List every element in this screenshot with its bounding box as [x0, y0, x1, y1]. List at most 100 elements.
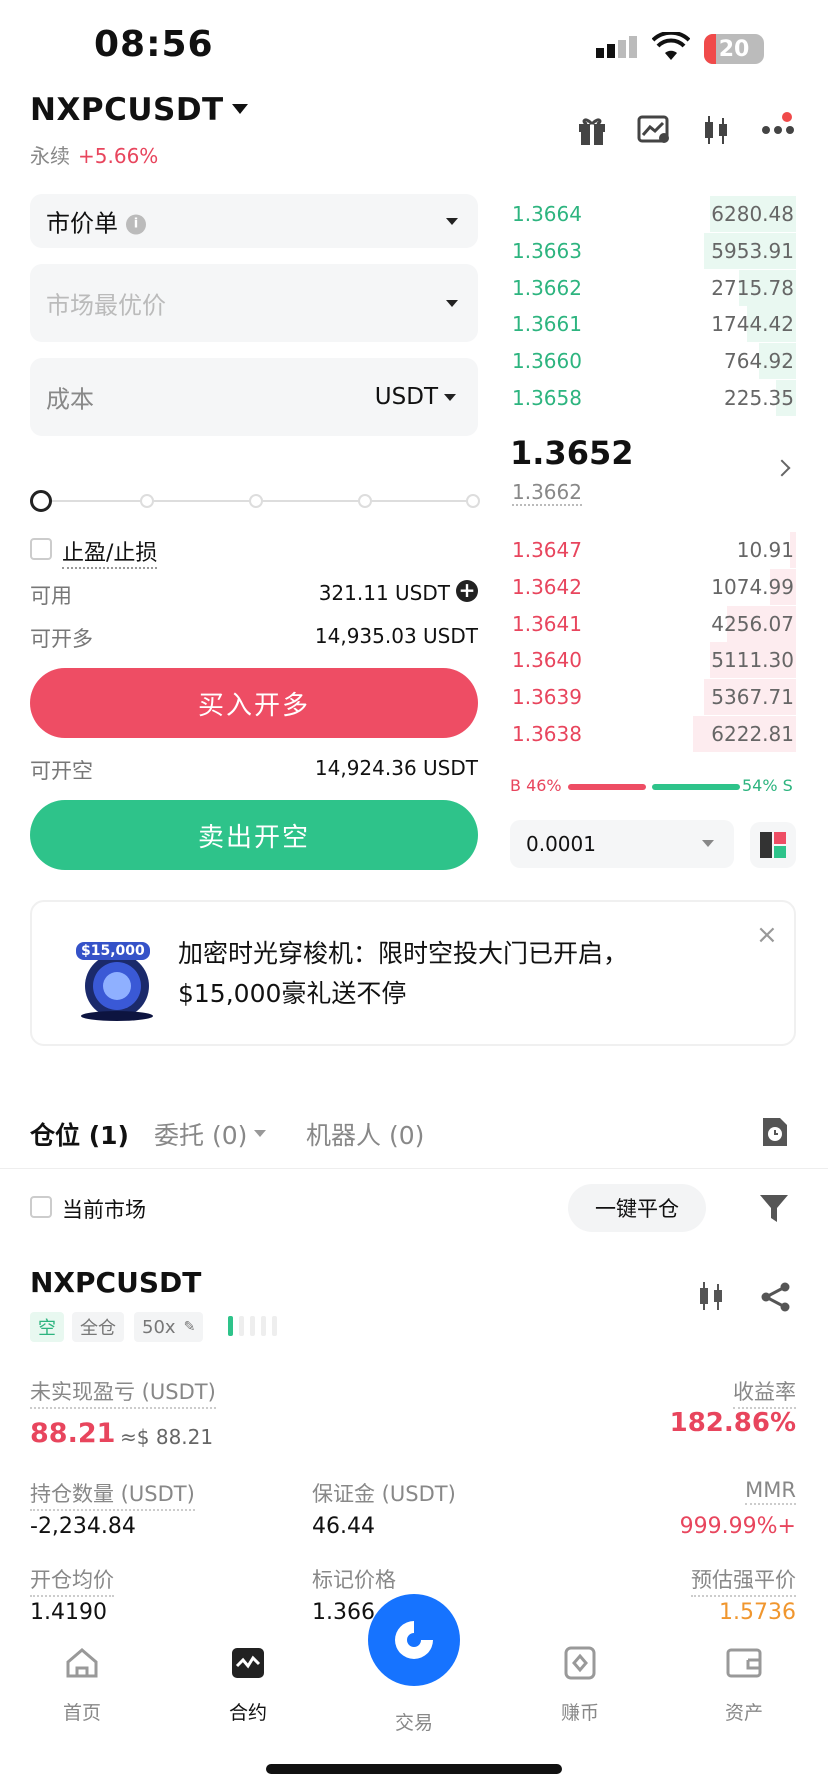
order-quantity: 225.35	[724, 386, 794, 410]
bid-row[interactable]: 1.3647 10.91	[510, 532, 796, 568]
order-price: 1.3647	[512, 538, 582, 562]
order-price: 1.3664	[512, 202, 582, 226]
nav-assets[interactable]: 资产	[694, 1646, 794, 1725]
precision-select[interactable]: 0.0001	[510, 820, 734, 868]
slider-step-50[interactable]	[249, 494, 263, 508]
side-tag: 空	[30, 1312, 64, 1342]
pair-title[interactable]: NXPCUSDT	[30, 92, 224, 128]
current-market-label[interactable]: 当前市场	[62, 1194, 146, 1224]
bid-row[interactable]: 1.3642 1074.99	[510, 568, 796, 605]
slider-step-25[interactable]	[140, 494, 154, 508]
order-quantity: 1074.99	[711, 574, 794, 599]
cost-input[interactable]: 成本 USDT	[30, 358, 478, 436]
ask-row[interactable]: 1.3663 5953.91	[510, 232, 796, 269]
position-chart-icon[interactable]	[696, 1280, 726, 1316]
sell-ratio-bar	[652, 784, 740, 790]
nav-trade[interactable]: 交易	[364, 1694, 464, 1735]
share-icon[interactable]	[760, 1282, 792, 1316]
upnl-usd: ≈$ 88.21	[120, 1425, 214, 1449]
margin-label: 保证金 (USDT)	[312, 1482, 456, 1506]
liq-label[interactable]: 预估强平价	[691, 1564, 796, 1597]
promo-line-1: 加密时光穿梭机：限时空投大门已开启，	[178, 939, 629, 968]
chart-settings-icon[interactable]	[634, 112, 674, 148]
chevron-down-icon[interactable]	[254, 1130, 266, 1137]
margin-value: 46.44	[312, 1514, 375, 1539]
order-price: 1.3661	[512, 312, 582, 337]
order-quantity: 2715.78	[711, 275, 794, 300]
contract-type: 永续 +5.66%	[30, 140, 158, 169]
edit-icon: ✎	[183, 1319, 196, 1335]
roe-label[interactable]: 收益率	[733, 1376, 796, 1409]
buy-ratio-bar	[568, 784, 646, 790]
ask-row[interactable]: 1.3658 225.35	[510, 380, 796, 416]
mmr-label[interactable]: MMR	[745, 1478, 796, 1505]
order-quantity: 5111.30	[711, 648, 794, 673]
promo-banner[interactable]: $15,000 加密时光穿梭机：限时空投大门已开启， $15,000豪礼送不停 …	[30, 900, 796, 1046]
tab-orders[interactable]: 委托 (0)	[154, 1116, 247, 1152]
nav-earn-label: 赚币	[560, 1702, 599, 1724]
close-icon[interactable]: ×	[756, 920, 778, 950]
order-quantity: 5367.71	[711, 685, 794, 710]
filter-icon[interactable]	[758, 1192, 790, 1228]
size-value: -2,234.84	[30, 1514, 136, 1539]
price-select[interactable]: 市场最优价	[30, 264, 478, 342]
ask-row[interactable]: 1.3664 6280.48	[510, 196, 796, 232]
orderbook-layout-icon[interactable]	[750, 822, 796, 868]
margin-mode-tag: 全仓	[72, 1312, 124, 1342]
close-all-button[interactable]: 一键平仓	[568, 1184, 706, 1232]
nav-home[interactable]: 首页	[32, 1646, 132, 1725]
mmr-value: 999.99%+	[679, 1514, 796, 1539]
bid-row[interactable]: 1.3638 6222.81	[510, 716, 796, 752]
candlestick-icon[interactable]	[696, 112, 736, 148]
ask-row[interactable]: 1.3662 2715.78	[510, 269, 796, 306]
bid-row[interactable]: 1.3640 5111.30	[510, 642, 796, 679]
can-short-label: 可开空	[30, 759, 93, 783]
history-icon[interactable]	[760, 1116, 790, 1152]
order-quantity: 4256.07	[711, 611, 794, 636]
buy-long-button[interactable]: 买入开多	[30, 668, 478, 738]
wallet-icon	[726, 1648, 762, 1678]
risk-meter	[228, 1314, 284, 1342]
amount-slider-handle[interactable]	[30, 490, 52, 512]
futures-icon	[232, 1648, 264, 1678]
ask-row[interactable]: 1.3661 1744.42	[510, 306, 796, 343]
available-value: 321.11 USDT	[318, 581, 450, 605]
precision-value: 0.0001	[526, 832, 596, 856]
slider-step-75[interactable]	[358, 494, 372, 508]
gift-icon[interactable]	[572, 112, 612, 148]
roe-value: 182.86%	[669, 1408, 796, 1438]
bid-row[interactable]: 1.3641 4256.07	[510, 605, 796, 642]
pair-dropdown-icon[interactable]	[232, 104, 248, 114]
tpsl-checkbox[interactable]	[30, 538, 52, 560]
entry-label[interactable]: 开仓均价	[30, 1564, 114, 1597]
upnl-label[interactable]: 未实现盈亏 (USDT)	[30, 1376, 216, 1409]
tpsl-label[interactable]: 止盈/止损	[62, 535, 158, 569]
cost-unit[interactable]: USDT	[375, 384, 438, 410]
info-icon[interactable]: i	[126, 214, 146, 235]
order-price: 1.3640	[512, 648, 582, 673]
tab-bots[interactable]: 机器人 (0)	[306, 1116, 424, 1152]
current-market-checkbox[interactable]	[30, 1196, 52, 1218]
chevron-right-icon[interactable]	[773, 459, 791, 477]
tab-positions[interactable]: 仓位 (1)	[30, 1116, 129, 1152]
size-label[interactable]: 持仓数量 (USDT)	[30, 1478, 195, 1511]
promo-line-2: $15,000豪礼送不停	[178, 979, 407, 1008]
ask-row[interactable]: 1.3660 764.92	[510, 343, 796, 380]
more-icon[interactable]	[758, 112, 798, 148]
signal-icon	[596, 36, 640, 66]
nav-earn[interactable]: 赚币	[530, 1646, 630, 1725]
nav-futures[interactable]: 合约	[198, 1646, 298, 1725]
transfer-plus-icon[interactable]: +	[456, 580, 478, 602]
position-pair[interactable]: NXPCUSDT	[30, 1266, 201, 1299]
battery-level: 20	[718, 36, 750, 62]
slider-step-100[interactable]	[466, 494, 480, 508]
order-price: 1.3639	[512, 685, 582, 710]
leverage-tag[interactable]: 50x ✎	[134, 1312, 204, 1342]
can-short-value: 14,924.36 USDT	[314, 756, 478, 780]
order-price: 1.3641	[512, 611, 582, 636]
buy-ratio: B 46%	[510, 776, 562, 795]
bid-row[interactable]: 1.3639 5367.71	[510, 679, 796, 716]
order-type-select[interactable]: 市价单 i	[30, 194, 478, 248]
trade-fab-button[interactable]	[368, 1594, 460, 1686]
sell-short-button[interactable]: 卖出开空	[30, 800, 478, 870]
